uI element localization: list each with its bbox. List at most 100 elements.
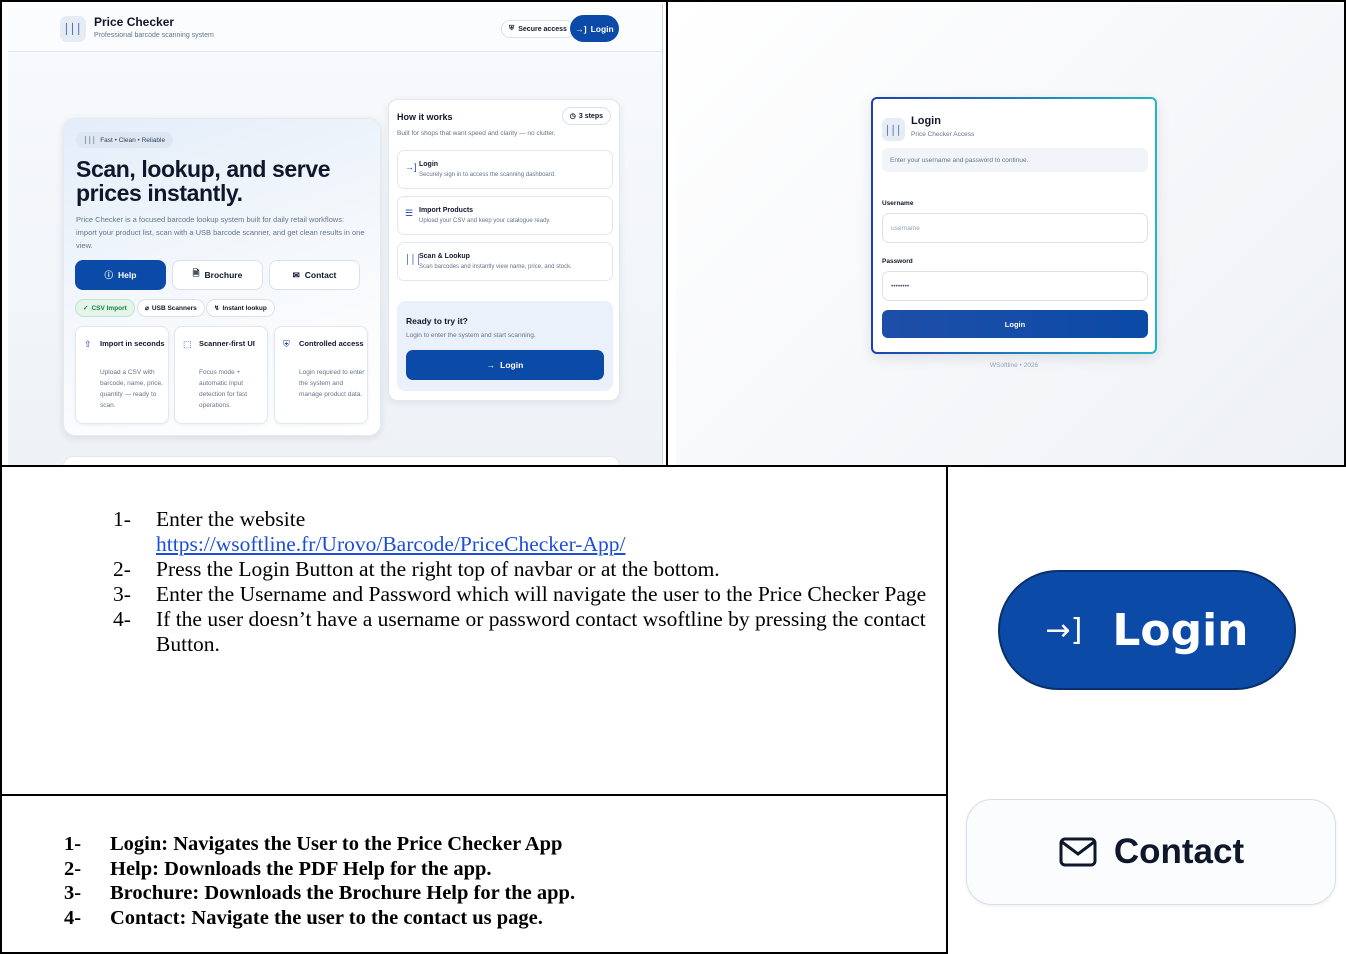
contact-button[interactable]: ✉ Contact xyxy=(269,260,360,290)
list-text: Enter the Username and Password which wi… xyxy=(156,582,927,606)
chip-usb-label: USB Scanners xyxy=(151,304,197,312)
nav-login-button[interactable]: →] Login xyxy=(570,15,619,42)
how-title: How it works xyxy=(397,112,453,122)
list-item: 2- Help: Downloads the PDF Help for the a… xyxy=(64,857,575,882)
list-number: 3- xyxy=(64,882,82,904)
step-desc: Scan barcodes and instantly view name, p… xyxy=(419,264,572,270)
list-text: Contact: Navigate the user to the contac… xyxy=(110,906,543,929)
feature-desc: Login required to enter the system and m… xyxy=(299,369,365,398)
barcode-icon: │││ xyxy=(882,118,905,141)
login-callout-label: Login xyxy=(1112,604,1249,656)
step-desc: Securely sign in to access the scanning … xyxy=(419,172,556,178)
contact-button-callout[interactable]: Contact xyxy=(966,799,1336,905)
hero-tag-label: Fast • Clean • Reliable xyxy=(100,136,166,144)
list-text: Help: Downloads the PDF Help for the app… xyxy=(110,857,492,880)
feature-card: ⬚ Scanner-first UI Focus mode + automati… xyxy=(174,326,268,424)
brochure-label: Brochure xyxy=(204,270,243,280)
chip-usb-scanners: ⌀ USB Scanners xyxy=(137,299,205,317)
login-button-callout[interactable]: →] Login xyxy=(998,570,1296,690)
clock-icon: ◷ xyxy=(569,113,576,120)
barcode-icon: │││ xyxy=(84,136,97,144)
login-notice: Enter your username and password to cont… xyxy=(882,148,1148,172)
hero-card: │││ Fast • Clean • Reliable Scan, lookup… xyxy=(63,118,381,436)
brand-subtitle: Professional barcode scanning system xyxy=(94,32,214,39)
chip-csv-import: ✓ CSV Import xyxy=(75,299,135,317)
step-title: Import Products xyxy=(419,207,474,214)
ready-login-label: Login xyxy=(500,360,524,370)
barcode-icon: │││ xyxy=(60,16,86,42)
nav-login-label: Login xyxy=(590,23,614,34)
callouts-cell: →] Login Contact xyxy=(948,467,1346,954)
ready-title: Ready to try it? xyxy=(406,316,468,326)
password-label: Password xyxy=(882,258,913,265)
list-text: Brochure: Downloads the Brochure Help fo… xyxy=(110,882,576,904)
secure-access-badge: ⛨ Secure access xyxy=(501,20,575,38)
list-item: 1- Login: Navigates the User to the Price… xyxy=(64,832,575,857)
help-icon: ⓘ xyxy=(104,270,114,280)
table-border-top xyxy=(0,0,1346,2)
list-text: Enter the website xyxy=(156,507,306,531)
mail-icon xyxy=(1059,837,1097,867)
step-desc: Upload your CSV and keep your catalogue … xyxy=(419,218,551,224)
username-input[interactable]: username xyxy=(882,213,1148,243)
chip-instant-label: Instant lookup xyxy=(222,304,267,312)
list-item: 3- Brochure: Downloads the Brochure Help … xyxy=(64,881,575,906)
chip-instant-lookup: ↯ Instant lookup xyxy=(206,299,275,317)
feature-title: Import in seconds xyxy=(100,339,165,348)
upload-icon: ⇧ xyxy=(84,339,92,349)
step-scan: │││ Scan & Lookup Scan barcodes and inst… xyxy=(397,242,613,281)
feature-desc: Focus mode + automatic input detection f… xyxy=(199,369,248,409)
list-number: 2- xyxy=(64,857,82,880)
ready-desc: Login to enter the system and start scan… xyxy=(406,332,536,339)
feature-card: ⛨ Controlled access Login required to en… xyxy=(274,326,368,424)
check-circle-icon: ✓ xyxy=(83,305,89,312)
table-border-center-top xyxy=(666,0,668,466)
list-number: 4- xyxy=(64,906,82,929)
step-title: Scan & Lookup xyxy=(419,253,470,260)
step-import: ☰ Import Products Upload your CSV and ke… xyxy=(397,196,613,235)
login-page-screenshot: │││ Login Price Checker Access Enter you… xyxy=(676,4,1344,465)
shield-icon: ⛨ xyxy=(509,25,515,32)
steps-badge: ◷ 3 steps xyxy=(561,107,611,125)
ready-login-button[interactable]: → Login xyxy=(406,350,604,380)
login-subtitle: Price Checker Access xyxy=(911,131,975,138)
step-title: Login xyxy=(419,161,439,168)
list-number: 2- xyxy=(113,557,131,581)
list-text: Login: Navigates the User to the Price C… xyxy=(110,833,563,855)
how-it-works-card: How it works ◷ 3 steps Built for shops t… xyxy=(388,99,620,401)
navbar: │││ Price Checker Professional barcode s… xyxy=(8,4,663,52)
mail-icon: ✉ xyxy=(292,269,300,280)
feature-title: Controlled access xyxy=(299,339,364,348)
list-number: 3- xyxy=(113,582,131,606)
hero-headline: Scan, lookup, and serve prices instantly… xyxy=(76,156,331,206)
landing-page-screenshot: │││ Price Checker Professional barcode s… xyxy=(8,4,663,465)
scrollbar[interactable] xyxy=(662,4,663,465)
database-icon: ☰ xyxy=(405,208,414,218)
list-number: 1- xyxy=(64,833,82,855)
instructions-cell: 1- Enter the website https://wsoftline.f… xyxy=(0,467,946,794)
list-number: 4- xyxy=(113,607,131,631)
scan-icon: ⬚ xyxy=(183,339,192,349)
list-item: 4- If the user doesn’t have a username o… xyxy=(113,607,943,657)
list-number: 1- xyxy=(113,507,131,531)
descriptions-list: 1- Login: Navigates the User to the Price… xyxy=(64,832,575,930)
brochure-button[interactable]: 🗎 Brochure xyxy=(172,260,263,290)
shield-icon: ⛨ xyxy=(283,339,290,349)
feature-card: ⇧ Import in seconds Upload a CSV with ba… xyxy=(75,326,169,424)
list-item: 3- Enter the Username and Password which… xyxy=(113,582,943,607)
ready-panel: Ready to try it? Login to enter the syst… xyxy=(397,301,613,391)
login-arrow-icon: →] xyxy=(1045,612,1083,648)
hero-intro: Price Checker is a focused barcode looku… xyxy=(76,215,365,250)
list-item: 1- Enter the website https://wsoftline.f… xyxy=(113,507,943,557)
list-text: If the user doesn’t have a username or p… xyxy=(156,607,926,656)
usb-icon: ⌀ xyxy=(145,305,149,312)
login-submit-button[interactable]: Login xyxy=(882,310,1148,338)
help-button[interactable]: ⓘ Help xyxy=(75,260,166,290)
brand-title: Price Checker xyxy=(94,15,175,29)
login-card: │││ Login Price Checker Access Enter you… xyxy=(871,97,1157,354)
contact-label: Contact xyxy=(304,270,337,280)
login-title: Login xyxy=(911,115,941,127)
chip-csv-label: CSV Import xyxy=(91,304,127,312)
password-input[interactable]: •••••••• xyxy=(882,271,1148,301)
website-link[interactable]: https://wsoftline.fr/Urovo/Barcode/Price… xyxy=(156,532,943,557)
